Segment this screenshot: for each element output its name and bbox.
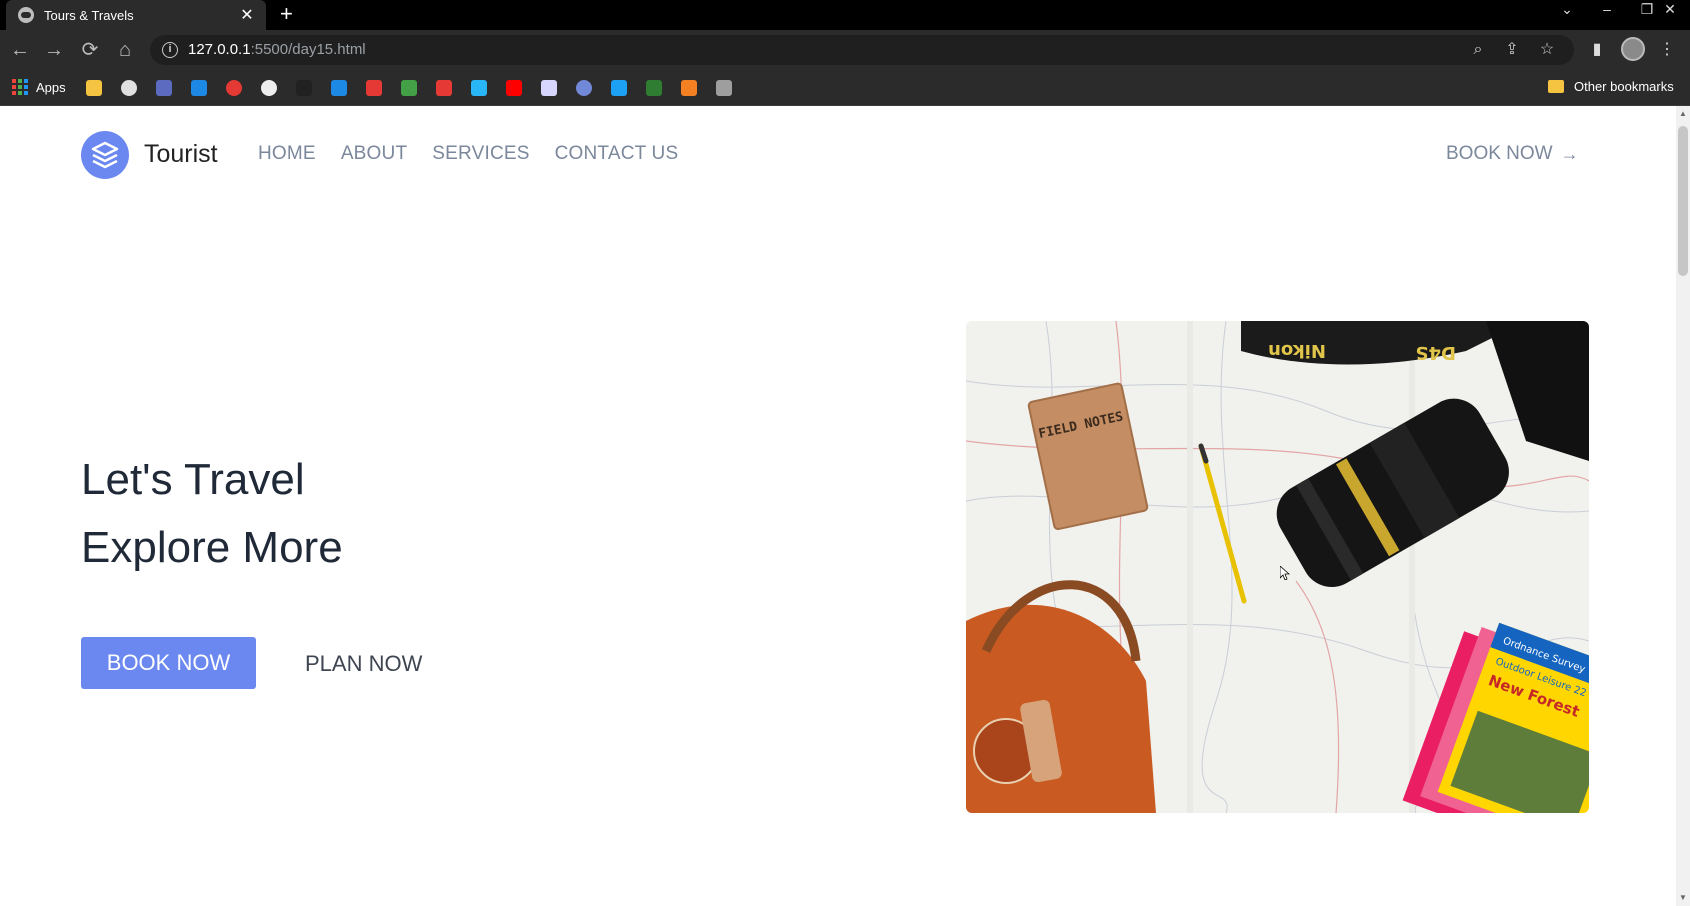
twitter-icon[interactable] [611,80,627,96]
tab-search-icon[interactable]: ⌄ [1547,0,1587,22]
hero-title: Let's Travel Explore More [81,446,343,582]
address-bar[interactable]: i 127.0.0.1:5500/day15.html ⌕ ⇪ ☆ [150,35,1574,65]
other-bookmarks[interactable]: Other bookmarks [1548,79,1674,94]
side-panel-icon[interactable]: ▮ [1585,38,1609,62]
apps-grid-icon [12,79,28,95]
page-scrollbar[interactable]: ▲ ▼ [1676,106,1690,906]
code-icon[interactable] [156,80,172,96]
scroll-up-icon[interactable]: ▲ [1679,110,1687,118]
youtube-icon[interactable] [506,80,522,96]
nav-about[interactable]: ABOUT [341,143,407,165]
reload-icon[interactable]: ⟳ [78,38,102,62]
ribbon-icon[interactable] [716,80,732,96]
scrollbar-thumb[interactable] [1678,126,1688,276]
minimize-icon[interactable]: – [1587,0,1627,22]
share-icon[interactable]: ⇪ [1502,40,1522,60]
w-icon[interactable] [646,80,662,96]
header-book-now-label: BOOK NOW [1446,143,1553,164]
strap-brand-text: Nikon [1268,340,1326,361]
other-bookmarks-label: Other bookmarks [1574,79,1674,94]
main-nav: HOME ABOUT SERVICES CONTACT US [258,143,703,165]
linkedin-icon[interactable] [331,80,347,96]
new-tab-button[interactable]: + [280,0,293,30]
header-book-now-link[interactable]: BOOK NOW → [1446,143,1579,165]
browser-tab[interactable]: Tours & Travels ✕ [6,0,266,30]
apps-label: Apps [36,79,66,95]
back-icon[interactable]: ← [8,38,32,62]
forward-icon[interactable]: → [42,38,66,62]
browser-toolbar: ← → ⟳ ⌂ i 127.0.0.1:5500/day15.html ⌕ ⇪ … [0,30,1690,70]
nav-home[interactable]: HOME [258,143,316,165]
globe-icon[interactable] [121,80,137,96]
mouse-cursor-icon [1280,566,1290,580]
stackoverflow-icon[interactable] [681,80,697,96]
home-icon[interactable]: ⌂ [113,38,137,62]
notes-icon[interactable] [86,80,102,96]
arrow-right-icon: → [1560,143,1579,164]
menu-icon[interactable]: ⋮ [1655,38,1679,62]
profile-avatar[interactable] [1621,37,1645,61]
nav-services[interactable]: SERVICES [432,143,529,165]
nav-contact-us[interactable]: CONTACT US [555,143,679,165]
brand-name[interactable]: Tourist [144,140,218,169]
plan-now-button[interactable]: PLAN NOW [305,651,422,677]
bookmarks-bar: Apps Other bookmarks [0,70,1690,106]
page-viewport: Tourist HOME ABOUT SERVICES CONTACT US B… [0,106,1690,906]
translate-icon[interactable] [471,80,487,96]
globe-icon [18,7,34,23]
hero-image: FIELD NOTES Nikon D4S Ordnance Survey Ou… [966,321,1589,813]
hashnode-icon[interactable] [296,80,312,96]
c-icon[interactable] [191,80,207,96]
apps-shortcut[interactable]: Apps [12,79,66,95]
folder-icon [1548,80,1564,93]
google-icon[interactable] [261,80,277,96]
close-window-icon[interactable]: ✕ [1650,0,1690,22]
layers-logo-icon[interactable] [81,131,129,179]
hero-title-line-1: Let's Travel [81,455,305,504]
zoom-icon[interactable]: ⌕ [1468,40,1488,60]
rainbow-icon[interactable] [226,80,242,96]
maps-icon[interactable] [401,80,417,96]
gmail-icon[interactable] [366,80,382,96]
book-now-button[interactable]: BOOK NOW [81,637,256,689]
acrobat-icon[interactable] [436,80,452,96]
strap-model-text: D4S [1416,342,1456,363]
tab-title: Tours & Travels [44,7,134,23]
url-text[interactable]: 127.0.0.1:5500/day15.html [188,41,366,58]
kite-icon[interactable] [541,80,557,96]
bookmark-star-icon[interactable]: ☆ [1537,40,1557,60]
hero-title-line-2: Explore More [81,523,343,572]
discord-icon[interactable] [576,80,592,96]
scroll-down-icon[interactable]: ▼ [1679,894,1687,902]
tab-bar: Tours & Travels ✕ + ⌄ – ❐ ✕ [0,0,1690,30]
close-tab-icon[interactable]: ✕ [238,5,256,25]
site-info-icon[interactable]: i [162,42,178,58]
